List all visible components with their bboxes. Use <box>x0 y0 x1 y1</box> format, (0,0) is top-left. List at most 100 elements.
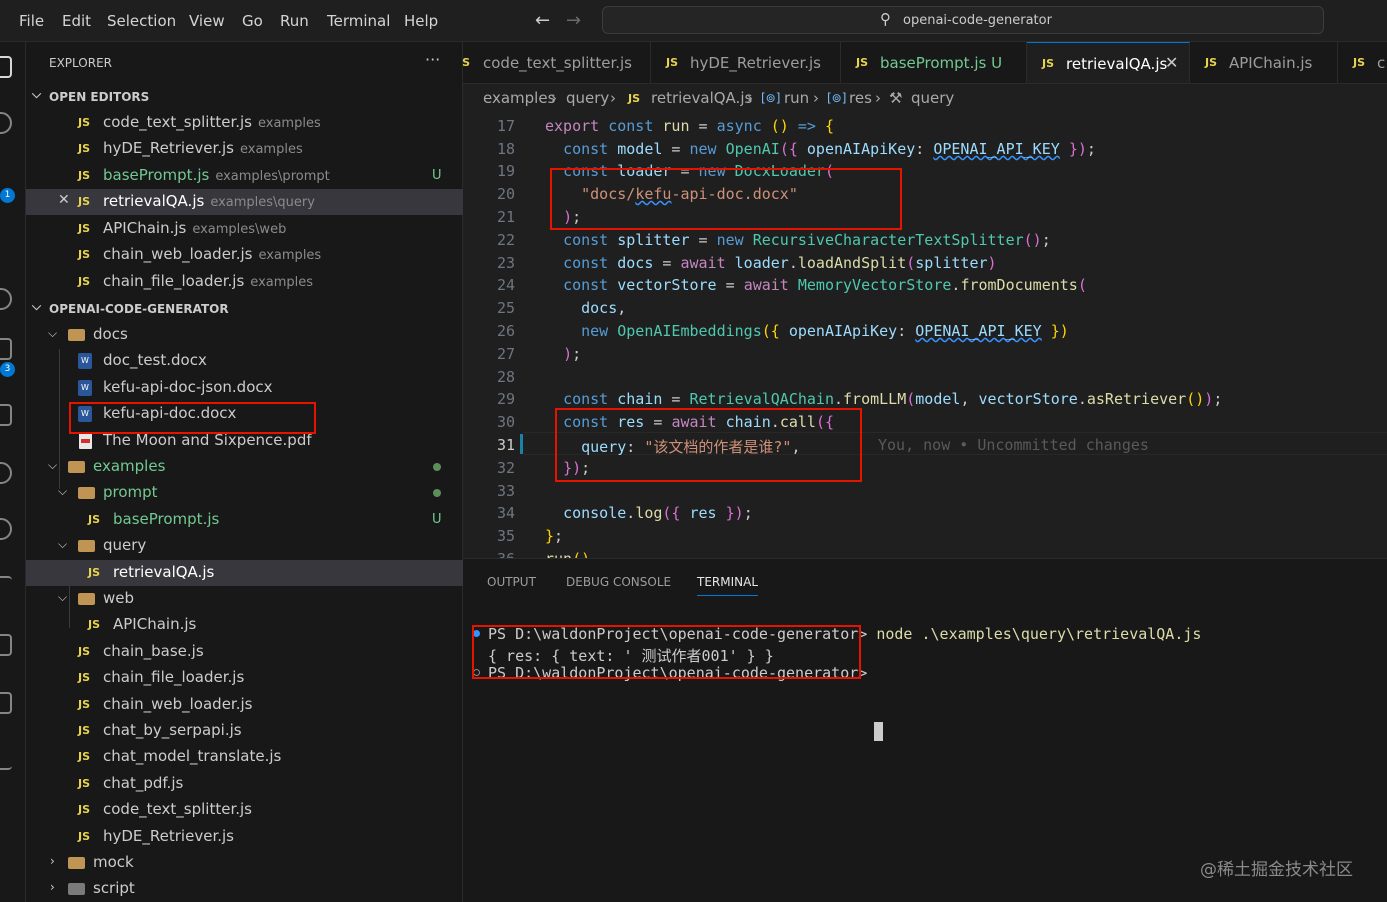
breadcrumb-run[interactable]: run <box>784 89 809 107</box>
open-editor-item[interactable]: JS chain_web_loader.js examples <box>26 242 463 268</box>
close-tab-icon[interactable]: ✕ <box>1165 53 1178 72</box>
open-editor-item-active[interactable]: ✕ JS retrievalQA.js examples\query <box>26 189 463 215</box>
js-file-icon: JS <box>78 671 91 684</box>
folder-examples[interactable]: ⌵ examples <box>26 454 463 480</box>
menu-run[interactable]: Run <box>280 12 309 30</box>
code-editor[interactable]: 17 18 19 20 21 22 23 24 25 26 27 28 29 3… <box>463 112 1387 558</box>
chevron-down-icon: ⌵ <box>48 458 58 472</box>
breadcrumb-query-prop[interactable]: query <box>911 89 954 107</box>
tab-debug-console[interactable]: DEBUG CONSOLE <box>566 575 671 589</box>
js-file-icon: JS <box>78 777 91 790</box>
project-header[interactable]: ⌵ OPENAI-CODE-GENERATOR <box>26 297 463 321</box>
forward-arrow-icon[interactable]: → <box>566 10 581 31</box>
file-item[interactable]: JS chain_web_loader.js <box>26 692 463 718</box>
menu-file[interactable]: File <box>19 12 44 30</box>
folder-web[interactable]: ⌵ web <box>26 586 463 612</box>
folder-prompt[interactable]: ⌵ prompt <box>26 480 463 506</box>
menu-terminal[interactable]: Terminal <box>327 12 390 30</box>
js-file-icon: JS <box>1205 56 1218 69</box>
file-baseprompt[interactable]: JS basePrompt.js U <box>26 507 463 533</box>
folder-mock[interactable]: › mock <box>26 850 463 876</box>
file-item[interactable]: JS chain_file_loader.js <box>26 665 463 691</box>
layers-icon[interactable] <box>0 748 12 770</box>
watermark: @稀土掘金技术社区 <box>1200 860 1353 880</box>
file-item[interactable]: JS code_text_splitter.js <box>26 797 463 823</box>
untracked-badge: U <box>991 54 1003 72</box>
more-actions-icon[interactable]: ··· <box>425 50 440 69</box>
tab-retrievalqa[interactable]: JS retrievalQA.js ✕ <box>1027 42 1190 83</box>
folder-script[interactable]: › script <box>26 876 463 902</box>
file-apichain[interactable]: JS APIChain.js <box>26 612 463 638</box>
tab-terminal[interactable]: TERMINAL <box>697 575 759 596</box>
js-file-icon: JS <box>856 56 869 69</box>
timeline-icon[interactable] <box>0 462 12 484</box>
git-blame-annotation: You, now • Uncommitted changes <box>878 436 1149 454</box>
close-icon[interactable]: ✕ <box>58 192 70 208</box>
open-editor-item[interactable]: JS code_text_splitter.js examples <box>26 110 463 136</box>
clipboard-icon[interactable] <box>0 692 12 714</box>
remote-icon[interactable] <box>0 338 12 360</box>
tab-baseprompt[interactable]: JS basePrompt.js U <box>841 42 1027 83</box>
file-item[interactable]: JS chat_model_translate.js <box>26 744 463 770</box>
modified-dot <box>433 463 441 471</box>
chevron-down-icon: ⌵ <box>58 590 68 604</box>
file-kefu-json[interactable]: W kefu-api-doc-json.docx <box>26 375 463 401</box>
file-item[interactable]: JS chat_pdf.js <box>26 771 463 797</box>
code-line: }; <box>545 527 564 545</box>
open-editor-item[interactable]: JS APIChain.js examples\web <box>26 216 463 242</box>
untracked-badge: U <box>432 168 442 183</box>
js-file-icon: JS <box>78 830 91 843</box>
files-icon[interactable] <box>0 56 12 78</box>
back-arrow-icon[interactable]: ← <box>535 10 550 31</box>
file-doc-test[interactable]: W doc_test.docx <box>26 348 463 374</box>
word-file-icon: W <box>78 353 92 369</box>
breadcrumb-res[interactable]: res <box>849 89 872 107</box>
menu-go[interactable]: Go <box>242 12 263 30</box>
file-item[interactable]: JS hyDE_Retriever.js <box>26 824 463 850</box>
pin-icon[interactable] <box>0 576 12 598</box>
tab-hyde-retriever[interactable]: JS hyDE_Retriever.js <box>651 42 841 83</box>
highlight-box-loader <box>550 168 902 230</box>
folder-docs[interactable]: ⌵ docs <box>26 322 463 348</box>
menu-help[interactable]: Help <box>404 12 438 30</box>
symbol-variable-icon: [⊚] <box>761 91 781 105</box>
breadcrumb-query[interactable]: query <box>566 89 609 107</box>
file-item[interactable]: JS chat_by_serpapi.js <box>26 718 463 744</box>
highlight-box-query <box>555 408 862 482</box>
open-editor-item[interactable]: JS chain_file_loader.js examples <box>26 269 463 295</box>
file-retrievalqa-selected[interactable]: JS retrievalQA.js <box>26 560 463 586</box>
js-file-icon: JS <box>1042 57 1055 70</box>
code-line: const model = new OpenAI({ openAIApiKey:… <box>563 140 1096 158</box>
tab-code-text-splitter[interactable]: JS code_text_splitter.js <box>463 42 651 83</box>
editor-tab-bar: JS code_text_splitter.js JS hyDE_Retriev… <box>463 42 1387 84</box>
folder-query[interactable]: ⌵ query <box>26 533 463 559</box>
tab-output[interactable]: OUTPUT <box>487 575 536 589</box>
search-activity-icon[interactable] <box>0 112 12 134</box>
menu-view[interactable]: View <box>189 12 225 30</box>
breadcrumb-file[interactable]: retrievalQA.js <box>651 89 752 107</box>
tab-apichain[interactable]: JS APIChain.js <box>1190 42 1338 83</box>
js-file-icon: JS <box>1353 56 1366 69</box>
file-item[interactable]: JS chain_base.js <box>26 639 463 665</box>
open-editors-header[interactable]: ⌵ OPEN EDITORS <box>26 85 463 109</box>
run-debug-icon[interactable] <box>0 228 12 250</box>
code-line: const vectorStore = await MemoryVectorSt… <box>563 276 1087 294</box>
breadcrumb-examples[interactable]: examples <box>483 89 555 107</box>
open-editor-item[interactable]: JS basePrompt.js examples\prompt U <box>26 163 463 189</box>
js-file-icon: JS <box>88 566 101 579</box>
tab-overflow[interactable]: JS c <box>1338 42 1387 83</box>
extensions-icon[interactable] <box>0 288 12 310</box>
bookmark-icon[interactable] <box>0 634 12 656</box>
open-editor-item[interactable]: JS hyDE_Retriever.js examples <box>26 136 463 162</box>
menu-edit[interactable]: Edit <box>62 12 91 30</box>
wrench-icon: ⚒ <box>889 89 903 107</box>
command-center-search[interactable]: ⚲ openai-code-generator <box>602 6 1324 34</box>
account-icon[interactable] <box>0 518 12 540</box>
js-file-icon: JS <box>78 645 91 658</box>
pdf-file-icon <box>79 433 92 449</box>
menu-selection[interactable]: Selection <box>107 12 176 30</box>
testing-icon[interactable] <box>0 404 12 426</box>
js-file-icon: JS <box>88 618 101 631</box>
js-file-icon: JS <box>78 142 91 155</box>
